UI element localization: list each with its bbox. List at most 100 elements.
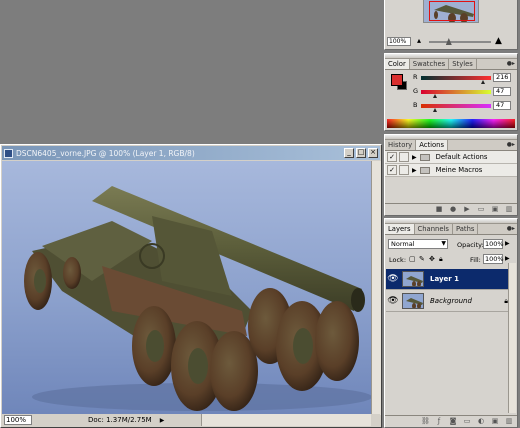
tab-layers[interactable]: Layers xyxy=(385,224,415,234)
blue-slider-thumb[interactable] xyxy=(433,108,437,112)
tab-channels[interactable]: Channels xyxy=(415,224,453,234)
blend-mode-select[interactable]: Normal ▼ xyxy=(388,239,448,249)
fill-label: Fill: xyxy=(470,256,481,264)
eye-icon[interactable]: 👁︎ xyxy=(386,296,400,306)
fill-arrow-icon[interactable]: ▶ xyxy=(505,255,510,262)
expand-triangle-icon[interactable]: ▶ xyxy=(412,167,417,174)
lock-transparency-icon[interactable]: ▢ xyxy=(409,255,416,263)
red-slider[interactable] xyxy=(421,76,491,80)
new-action-icon[interactable]: ▣ xyxy=(491,206,499,213)
lock-all-icon[interactable]: 🔒︎ xyxy=(439,255,443,264)
tab-swatches[interactable]: Swatches xyxy=(410,59,450,69)
layer-name: Layer 1 xyxy=(430,275,460,283)
green-slider-thumb[interactable] xyxy=(433,94,437,98)
navigator-view-rectangle[interactable] xyxy=(429,1,475,21)
channel-label-g: G xyxy=(413,87,419,95)
lock-move-icon[interactable]: ✥ xyxy=(429,255,435,263)
expand-triangle-icon[interactable]: ▶ xyxy=(412,154,417,161)
document-size-info: Doc: 1.37M/2.75M xyxy=(88,416,152,424)
opacity-field[interactable]: 100% xyxy=(483,239,504,249)
tab-actions[interactable]: Actions xyxy=(416,140,449,150)
document-vertical-scrollbar[interactable] xyxy=(371,161,381,415)
green-slider[interactable] xyxy=(421,90,491,94)
green-channel-row: G 47 xyxy=(413,87,517,98)
record-icon[interactable]: ● xyxy=(449,206,457,213)
document-title: DSCN6405_vorne.JPG @ 100% (Layer 1, RGB/… xyxy=(16,148,195,158)
stop-icon[interactable]: ■ xyxy=(435,206,443,213)
color-panel-tabs: Color Swatches Styles ●▸ xyxy=(385,59,517,70)
checkmark-icon[interactable]: ✓ xyxy=(387,152,397,162)
photoshop-icon xyxy=(4,148,13,158)
play-icon[interactable]: ▶ xyxy=(463,206,471,213)
layer-style-icon[interactable]: ƒ xyxy=(435,418,443,425)
layer-name: Background xyxy=(430,297,472,305)
maximize-button[interactable]: □ xyxy=(356,148,366,158)
blue-slider[interactable] xyxy=(421,104,491,108)
layer-row[interactable]: 👁︎ Layer 1 xyxy=(386,269,514,290)
fill-field[interactable]: 100% xyxy=(483,254,504,264)
red-slider-thumb[interactable] xyxy=(481,80,485,84)
artillery-model-photo xyxy=(2,161,371,415)
lock-label: Lock: xyxy=(389,256,407,264)
layers-panel: Layers Channels Paths ●▸ Normal ▼ Opacit… xyxy=(384,218,518,428)
chevron-down-icon: ▼ xyxy=(441,240,446,247)
layer-thumbnail xyxy=(402,271,424,287)
blue-value-field[interactable]: 47 xyxy=(493,101,511,110)
close-button[interactable]: × xyxy=(368,148,378,158)
red-value-field[interactable]: 216 xyxy=(493,73,511,82)
color-panel: Color Swatches Styles ●▸ R 216 G 47 B 47 xyxy=(384,53,518,131)
layers-panel-tabs: Layers Channels Paths ●▸ xyxy=(385,224,517,235)
action-set-label: Default Actions xyxy=(435,153,488,161)
panel-menu-icon[interactable]: ●▸ xyxy=(507,141,515,148)
folder-icon xyxy=(419,153,430,161)
opacity-arrow-icon[interactable]: ▶ xyxy=(505,240,510,247)
action-set-row[interactable]: ✓ ▶ Default Actions xyxy=(385,151,517,164)
layer-mask-icon[interactable]: ◙ xyxy=(449,418,457,425)
actions-panel-tabs: History Actions ●▸ xyxy=(385,140,517,151)
adjustment-layer-icon[interactable]: ◐ xyxy=(477,418,485,425)
new-set-icon[interactable]: ▭ xyxy=(477,206,485,213)
zoom-in-icon[interactable]: ▲ xyxy=(495,36,502,46)
status-menu-arrow-icon[interactable]: ▶ xyxy=(160,417,165,424)
layers-scrollbar[interactable] xyxy=(508,263,516,413)
zoom-field[interactable]: 100% xyxy=(4,415,32,425)
checkmark-icon[interactable]: ✓ xyxy=(387,165,397,175)
minimize-button[interactable]: _ xyxy=(344,148,354,158)
layer-thumbnail-image xyxy=(403,272,423,286)
tab-styles[interactable]: Styles xyxy=(449,59,477,69)
image-canvas[interactable] xyxy=(2,161,371,415)
blend-mode-value: Normal xyxy=(391,240,415,248)
document-horizontal-scrollbar[interactable] xyxy=(201,414,371,426)
slider-thumb[interactable] xyxy=(445,38,452,45)
actions-footer: ■ ● ▶ ▭ ▣ ▥ xyxy=(385,203,517,215)
action-set-row[interactable]: ✓ ▶ Meine Macros xyxy=(385,164,517,177)
dialog-toggle-box[interactable] xyxy=(399,152,409,162)
new-group-icon[interactable]: ▭ xyxy=(463,418,471,425)
eye-icon[interactable]: 👁︎ xyxy=(386,274,400,284)
trash-icon[interactable]: ▥ xyxy=(505,418,513,425)
tab-paths[interactable]: Paths xyxy=(453,224,479,234)
navigator-thumbnail[interactable] xyxy=(423,0,479,23)
new-layer-icon[interactable]: ▣ xyxy=(491,418,499,425)
navigator-zoom-slider[interactable] xyxy=(429,38,491,45)
panel-menu-icon[interactable]: ●▸ xyxy=(507,60,515,67)
tab-history[interactable]: History xyxy=(385,140,417,150)
color-spectrum-bar[interactable] xyxy=(387,119,515,128)
navigator-zoom-field[interactable]: 100% xyxy=(387,37,411,46)
channel-label-b: B xyxy=(413,101,418,109)
green-value-field[interactable]: 47 xyxy=(493,87,511,96)
zoom-out-icon[interactable]: ▴ xyxy=(417,36,421,45)
folder-icon xyxy=(419,166,430,174)
action-set-label: Meine Macros xyxy=(435,166,483,174)
dialog-toggle-box[interactable] xyxy=(399,165,409,175)
document-window[interactable]: DSCN6405_vorne.JPG @ 100% (Layer 1, RGB/… xyxy=(0,144,382,428)
trash-icon[interactable]: ▥ xyxy=(505,206,513,213)
panel-menu-icon[interactable]: ●▸ xyxy=(507,225,515,232)
foreground-color-swatch[interactable] xyxy=(391,74,403,86)
document-titlebar[interactable]: DSCN6405_vorne.JPG @ 100% (Layer 1, RGB/… xyxy=(2,146,380,160)
link-icon[interactable]: ⛓︎ xyxy=(421,418,430,425)
lock-paint-icon[interactable]: ✎ xyxy=(419,255,425,263)
blue-channel-row: B 47 xyxy=(413,101,517,112)
layer-row[interactable]: 👁︎ Background 🔒︎ xyxy=(386,291,514,312)
tab-color[interactable]: Color xyxy=(385,59,410,69)
